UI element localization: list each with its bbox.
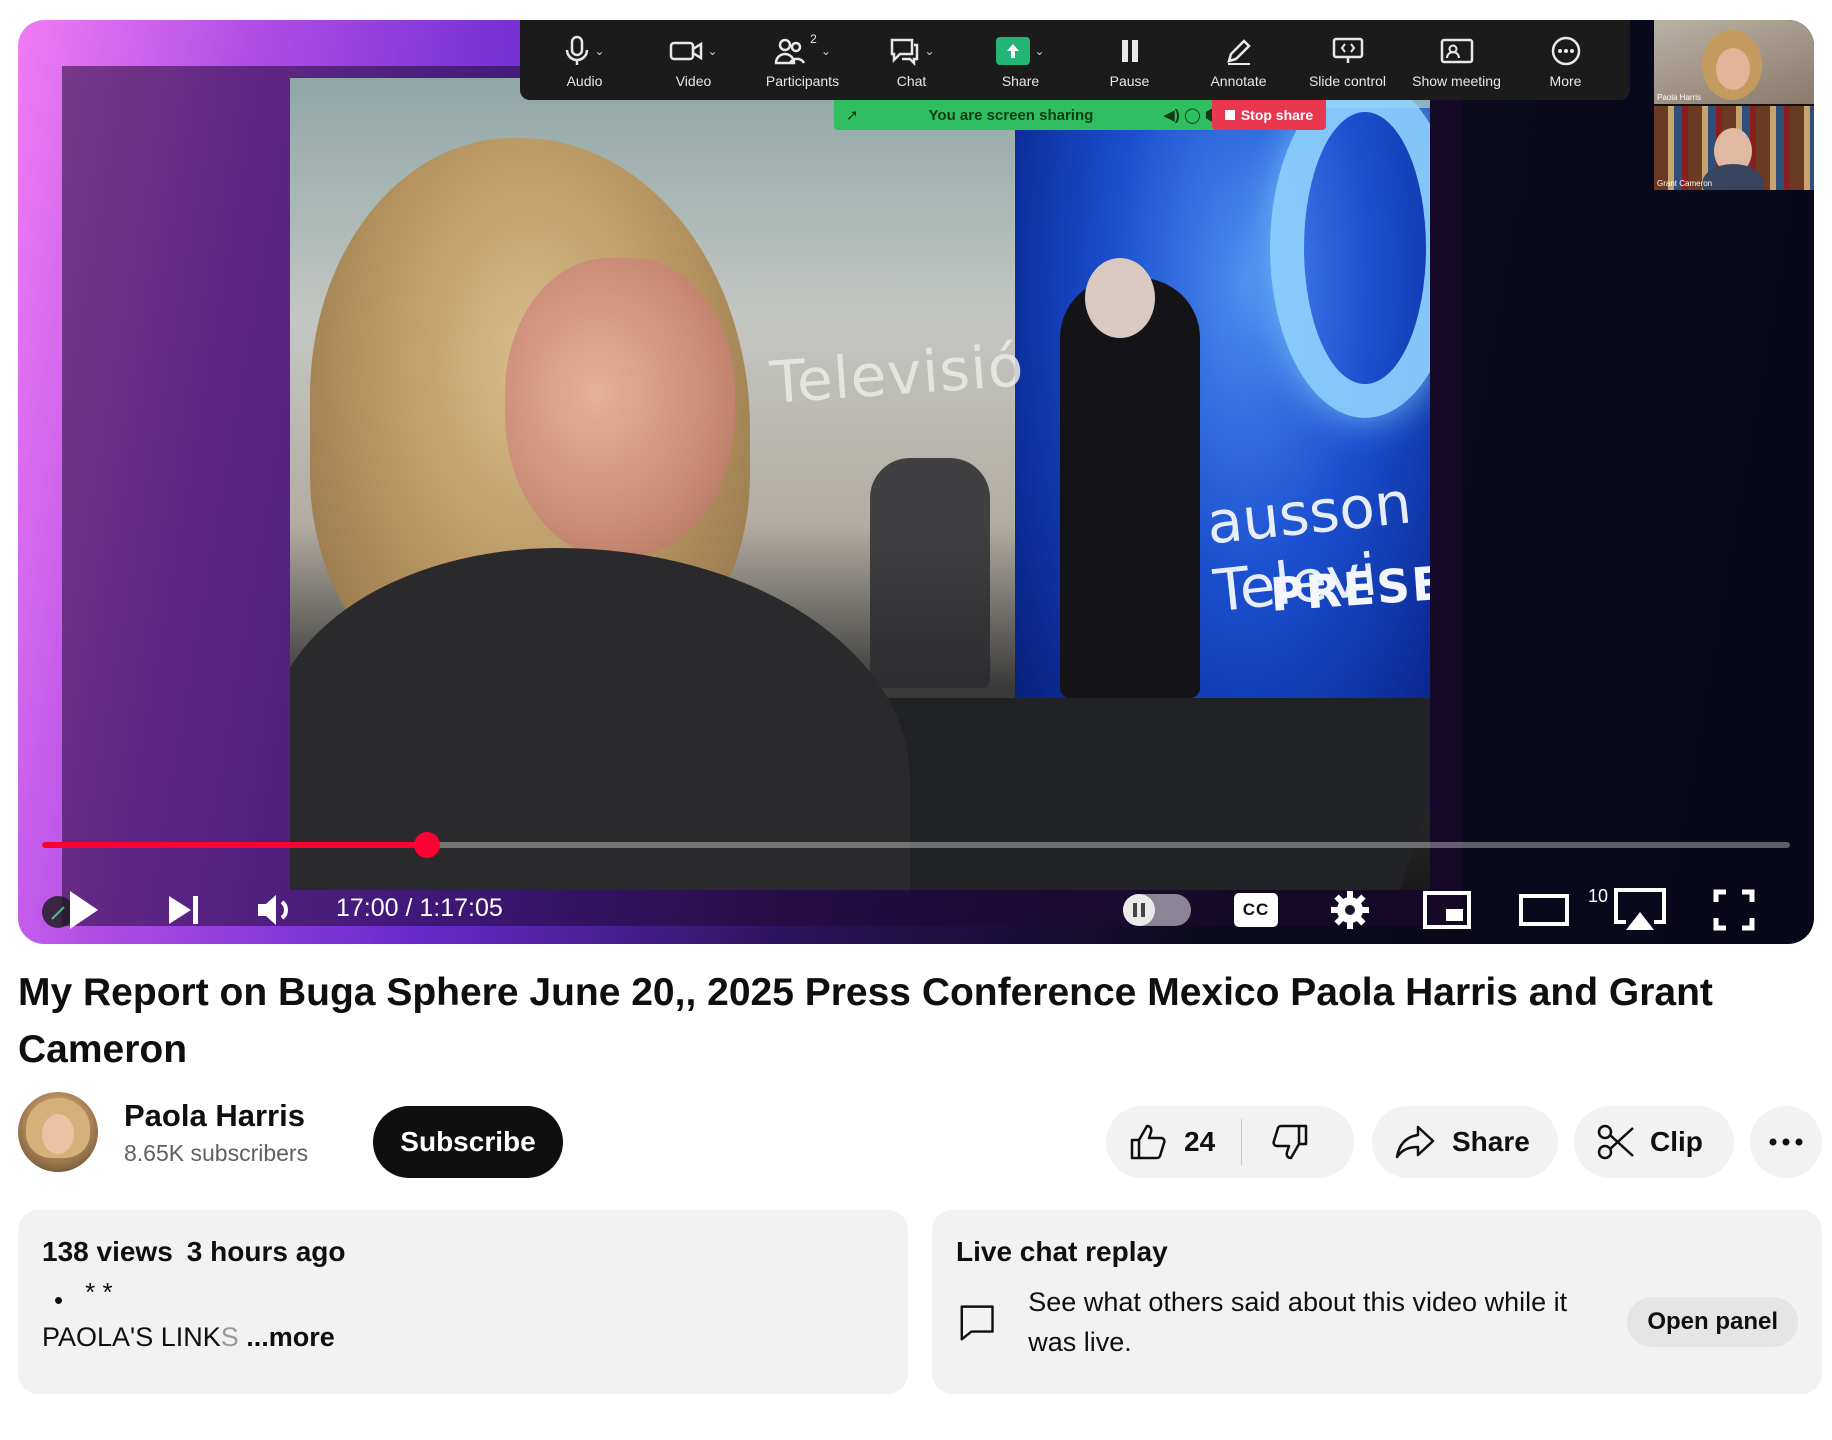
live-chat-title: Live chat replay — [956, 1236, 1168, 1267]
participants-icon — [774, 38, 806, 65]
video-title: My Report on Buga Sphere June 20,, 2025 … — [18, 971, 1713, 1071]
chat-bubble-icon — [960, 1305, 994, 1341]
participant-thumbnail-paola[interactable]: Paola Harris — [1654, 20, 1814, 104]
zoom-audio-button[interactable]: ⌄ Audio — [536, 31, 634, 89]
fullscreen-button[interactable] — [1712, 888, 1756, 932]
like-button[interactable]: 24 — [1106, 1106, 1215, 1178]
sign-televisio: Televisió — [767, 331, 1027, 417]
zoom-participants-button[interactable]: 2 ⌄ Participants — [754, 31, 852, 89]
description-bullet-line: • * * — [54, 1277, 884, 1313]
video-player[interactable]: Televisió ausson Televi PRESENTA ⌄ Audio… — [18, 20, 1814, 944]
show-more-link[interactable]: ...more — [246, 1322, 335, 1352]
miniplayer-icon — [1423, 891, 1471, 929]
woman-body — [290, 548, 910, 890]
zoom-chat-button[interactable]: ⌄ Chat — [863, 31, 961, 89]
show-meeting-icon — [1440, 38, 1473, 64]
captions-button[interactable]: CC — [1234, 888, 1278, 932]
thumbs-up-icon — [1130, 1124, 1166, 1160]
live-chat-description: See what others said about this video wh… — [1028, 1287, 1568, 1357]
zoom-toolbar: ⌄ Audio ⌄ Video 2 ⌄ Participants ⌄ Chat … — [520, 20, 1630, 100]
share-button[interactable]: Share — [1372, 1106, 1558, 1178]
chevron-down-icon[interactable]: ⌄ — [707, 44, 717, 58]
autoplay-pause-icon — [1123, 894, 1155, 926]
play-icon — [42, 891, 98, 929]
stop-icon — [1224, 110, 1235, 120]
description-preview: PAOLA'S LINKS ...more — [42, 1322, 335, 1352]
more-horizontal-icon — [1769, 1138, 1803, 1146]
bullet: • — [54, 1285, 64, 1315]
progress-bar-played — [42, 842, 427, 848]
slide-control-icon — [1332, 37, 1363, 63]
theater-mode-button[interactable] — [1518, 888, 1570, 932]
stop-share-button[interactable]: Stop share — [1212, 100, 1326, 130]
participant-thumbnails: Paola Harris Grant Cameron — [1654, 20, 1814, 190]
pencil-icon — [1226, 39, 1251, 65]
microphone-icon — [566, 35, 589, 65]
autoplay-toggle[interactable] — [1123, 894, 1191, 926]
time-display: 17:00 / 1:17:05 — [336, 894, 503, 922]
pause-icon — [1121, 40, 1138, 62]
next-video-button[interactable] — [163, 888, 203, 932]
chevron-down-icon[interactable]: ⌄ — [1034, 44, 1044, 58]
live-chat-replay-card: Live chat replay See what others said ab… — [932, 1210, 1822, 1394]
zoom-slide-control-button[interactable]: Slide control — [1299, 31, 1397, 89]
sharing-status-icons: ◀) ◯ ⬢ — [1163, 107, 1218, 124]
zoom-show-meeting-button[interactable]: Show meeting — [1408, 31, 1506, 89]
thumbs-down-icon — [1272, 1124, 1308, 1160]
miniplayer-button[interactable] — [1422, 888, 1472, 932]
view-count: 138 views — [42, 1236, 173, 1267]
theater-mode-icon — [1519, 894, 1569, 926]
woman-face — [505, 258, 735, 558]
open-panel-button[interactable]: Open panel — [1627, 1297, 1798, 1347]
subscribe-button[interactable]: Subscribe — [373, 1106, 563, 1178]
scissors-icon — [1597, 1124, 1634, 1160]
channel-owner: Paola Harris 8.65K subscribers — [18, 1092, 308, 1172]
chevron-down-icon[interactable]: ⌄ — [924, 44, 934, 58]
more-icon — [1551, 36, 1580, 66]
pin-icon: ➚ — [846, 107, 859, 124]
dislike-button[interactable] — [1242, 1106, 1338, 1178]
theater-badge: 10 — [1588, 886, 1609, 906]
participant-count: 2 — [810, 32, 817, 46]
airplay-button[interactable] — [1612, 888, 1668, 932]
subscriber-count: 8.65K subscribers — [124, 1139, 309, 1166]
zoom-share-button[interactable]: ⌄ Share — [972, 31, 1070, 89]
share-screen-icon — [996, 37, 1031, 65]
volume-button[interactable] — [254, 888, 298, 932]
cc-icon: CC — [1234, 893, 1278, 927]
like-count: 24 — [1184, 1126, 1216, 1157]
skip-next-icon — [169, 896, 198, 924]
camera-crew — [870, 458, 990, 688]
chevron-down-icon[interactable]: ⌄ — [821, 44, 831, 58]
screen-sharing-banner: ➚ You are screen sharing ◀) ◯ ⬢ — [834, 100, 1230, 130]
video-camera-icon — [670, 41, 703, 61]
share-arrow-icon — [1395, 1125, 1435, 1159]
speaker-head — [1085, 258, 1155, 338]
participant-thumbnail-grant[interactable]: Grant Cameron — [1654, 106, 1814, 190]
stars: * * — [85, 1277, 113, 1307]
channel-name[interactable]: Paola Harris — [124, 1098, 308, 1134]
video-frame-photo: Televisió ausson Televi PRESENTA — [290, 78, 1430, 890]
screen-sharing-text: You are screen sharing — [928, 106, 1094, 124]
upload-age: 3 hours ago — [186, 1236, 346, 1267]
speaker-figure — [1060, 278, 1200, 698]
airplay-icon — [1614, 888, 1666, 930]
play-button[interactable] — [40, 888, 100, 932]
like-dislike-group: 24 — [1106, 1106, 1354, 1178]
more-actions-button[interactable] — [1750, 1106, 1822, 1178]
clip-button[interactable]: Clip — [1574, 1106, 1734, 1178]
chat-icon — [891, 38, 919, 66]
settings-button[interactable] — [1328, 888, 1372, 932]
progress-scrubber-handle[interactable] — [414, 832, 440, 858]
gear-icon — [1331, 891, 1369, 929]
channel-avatar[interactable] — [18, 1092, 98, 1172]
zoom-more-button[interactable]: More — [1517, 31, 1615, 89]
fullscreen-icon — [1713, 889, 1755, 931]
zoom-pause-share-button[interactable]: Pause — [1081, 31, 1179, 89]
description-box[interactable]: 138 views 3 hours ago • * * PAOLA'S LINK… — [18, 1210, 908, 1394]
zoom-annotate-button[interactable]: Annotate — [1190, 31, 1288, 89]
zoom-video-button[interactable]: ⌄ Video — [645, 31, 743, 89]
chevron-down-icon[interactable]: ⌄ — [594, 44, 604, 58]
volume-icon — [258, 895, 288, 925]
